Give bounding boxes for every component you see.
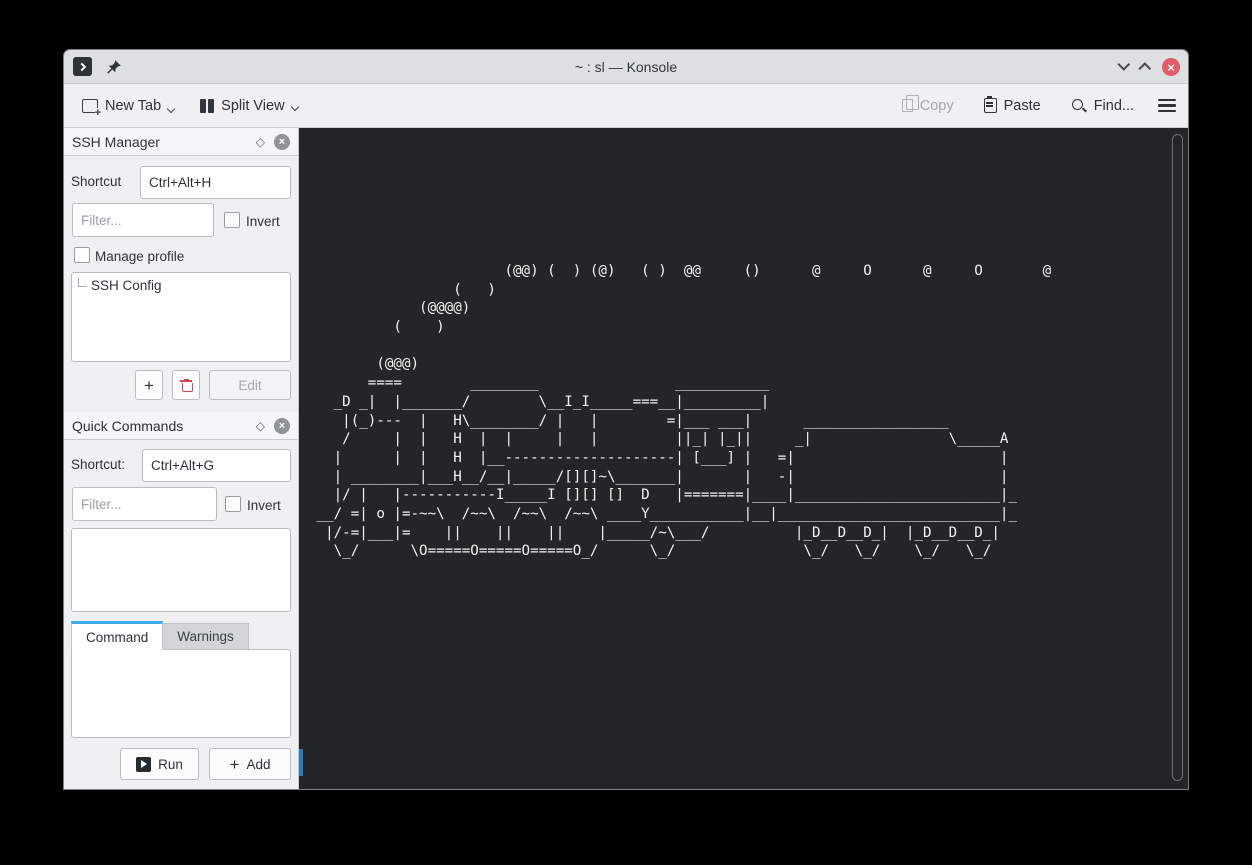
main-toolbar: New Tab Split View Copy Paste Find...: [64, 84, 1188, 128]
terminal-scrollbar[interactable]: [1172, 134, 1183, 781]
new-tab-label: New Tab: [105, 98, 161, 114]
chevron-down-icon: [290, 102, 298, 110]
panel-close-icon[interactable]: ×: [274, 134, 290, 150]
qc-add-button[interactable]: + Add: [209, 748, 291, 780]
ssh-filter-input[interactable]: Filter...: [72, 203, 214, 237]
tree-item-label: SSH Config: [91, 278, 162, 293]
copy-icon: [902, 99, 913, 112]
ssh-invert-checkbox[interactable]: [224, 212, 240, 228]
tree-item-ssh-config[interactable]: SSH Config: [72, 273, 290, 293]
panel-close-icon[interactable]: ×: [274, 418, 290, 434]
konsole-window: ~ : sl — Konsole × New Tab Split View Co…: [64, 50, 1188, 789]
titlebar[interactable]: ~ : sl — Konsole ×: [64, 50, 1188, 84]
focus-accent-strip: [299, 749, 303, 776]
ssh-filter-placeholder: Filter...: [81, 213, 122, 228]
edit-label: Edit: [238, 378, 261, 393]
split-view-label: Split View: [221, 98, 284, 114]
paste-icon: [984, 98, 997, 113]
minimize-button[interactable]: [1120, 58, 1129, 76]
tree-branch-icon: [78, 278, 87, 287]
qc-shortcut-input[interactable]: Ctrl+Alt+G: [142, 449, 291, 482]
qc-command-list[interactable]: [71, 528, 291, 612]
search-icon: [1071, 98, 1087, 114]
manage-profile-label: Manage profile: [95, 249, 184, 264]
tab-command[interactable]: Command: [71, 621, 163, 650]
ssh-edit-button[interactable]: Edit: [209, 370, 291, 400]
qc-filter-placeholder: Filter...: [81, 497, 122, 512]
terminal-display[interactable]: (@@) ( ) (@) ( ) @@ () @ O @ O @ ( ) (@@…: [299, 128, 1188, 789]
window-title: ~ : sl — Konsole: [64, 59, 1188, 75]
quick-commands-header[interactable]: Quick Commands ◇ ×: [64, 412, 298, 440]
qc-invert-checkbox[interactable]: [225, 496, 241, 512]
copy-label: Copy: [920, 98, 954, 114]
ssh-manager-header[interactable]: SSH Manager ◇ ×: [64, 128, 298, 156]
find-button[interactable]: Find...: [1065, 92, 1140, 120]
tab-warnings-label: Warnings: [177, 629, 234, 644]
qc-run-button[interactable]: Run: [120, 748, 199, 780]
close-button[interactable]: ×: [1162, 58, 1180, 76]
qc-shortcut-value: Ctrl+Alt+G: [151, 458, 214, 473]
qc-filter-input[interactable]: Filter...: [72, 487, 217, 521]
qc-tabbar: Command Warnings: [71, 621, 249, 650]
qc-shortcut-label: Shortcut:: [71, 457, 125, 472]
qc-command-editor[interactable]: [71, 649, 291, 738]
plus-icon: +: [144, 377, 154, 394]
ssh-delete-button[interactable]: [172, 370, 200, 400]
ssh-config-tree[interactable]: SSH Config: [71, 272, 291, 362]
new-tab-icon: [82, 99, 98, 113]
copy-button[interactable]: Copy: [896, 92, 960, 120]
ssh-shortcut-value: Ctrl+Alt+H: [149, 175, 211, 190]
new-tab-button[interactable]: New Tab: [76, 92, 180, 120]
paste-button[interactable]: Paste: [978, 92, 1047, 120]
run-icon: [136, 757, 151, 772]
paste-label: Paste: [1004, 98, 1041, 114]
ssh-add-button[interactable]: +: [135, 370, 163, 400]
hamburger-menu-button[interactable]: [1158, 99, 1176, 112]
ssh-shortcut-label: Shortcut: [71, 174, 121, 189]
ssh-shortcut-input[interactable]: Ctrl+Alt+H: [140, 166, 291, 199]
maximize-button[interactable]: [1141, 58, 1150, 76]
ssh-invert-label: Invert: [246, 214, 280, 229]
add-label: Add: [246, 757, 270, 772]
float-panel-icon[interactable]: ◇: [256, 135, 265, 149]
split-view-button[interactable]: Split View: [194, 92, 303, 120]
manage-profile-checkbox[interactable]: [74, 247, 90, 263]
trash-icon: [180, 379, 192, 392]
tab-command-label: Command: [86, 630, 148, 645]
split-view-icon: [200, 99, 214, 113]
tab-warnings[interactable]: Warnings: [163, 623, 249, 650]
float-panel-icon[interactable]: ◇: [256, 419, 265, 433]
ssh-manager-title: SSH Manager: [72, 134, 160, 150]
qc-invert-label: Invert: [247, 498, 281, 513]
terminal-ascii-train: (@@) ( ) (@) ( ) @@ () @ O @ O @ ( ) (@@…: [308, 131, 1051, 561]
chevron-down-icon: [167, 104, 175, 112]
run-label: Run: [158, 757, 183, 772]
quick-commands-title: Quick Commands: [72, 418, 183, 434]
plugin-sidebar: SSH Manager ◇ × Shortcut Ctrl+Alt+H Filt…: [64, 128, 299, 789]
find-label: Find...: [1094, 98, 1134, 114]
plus-icon: +: [230, 756, 240, 773]
